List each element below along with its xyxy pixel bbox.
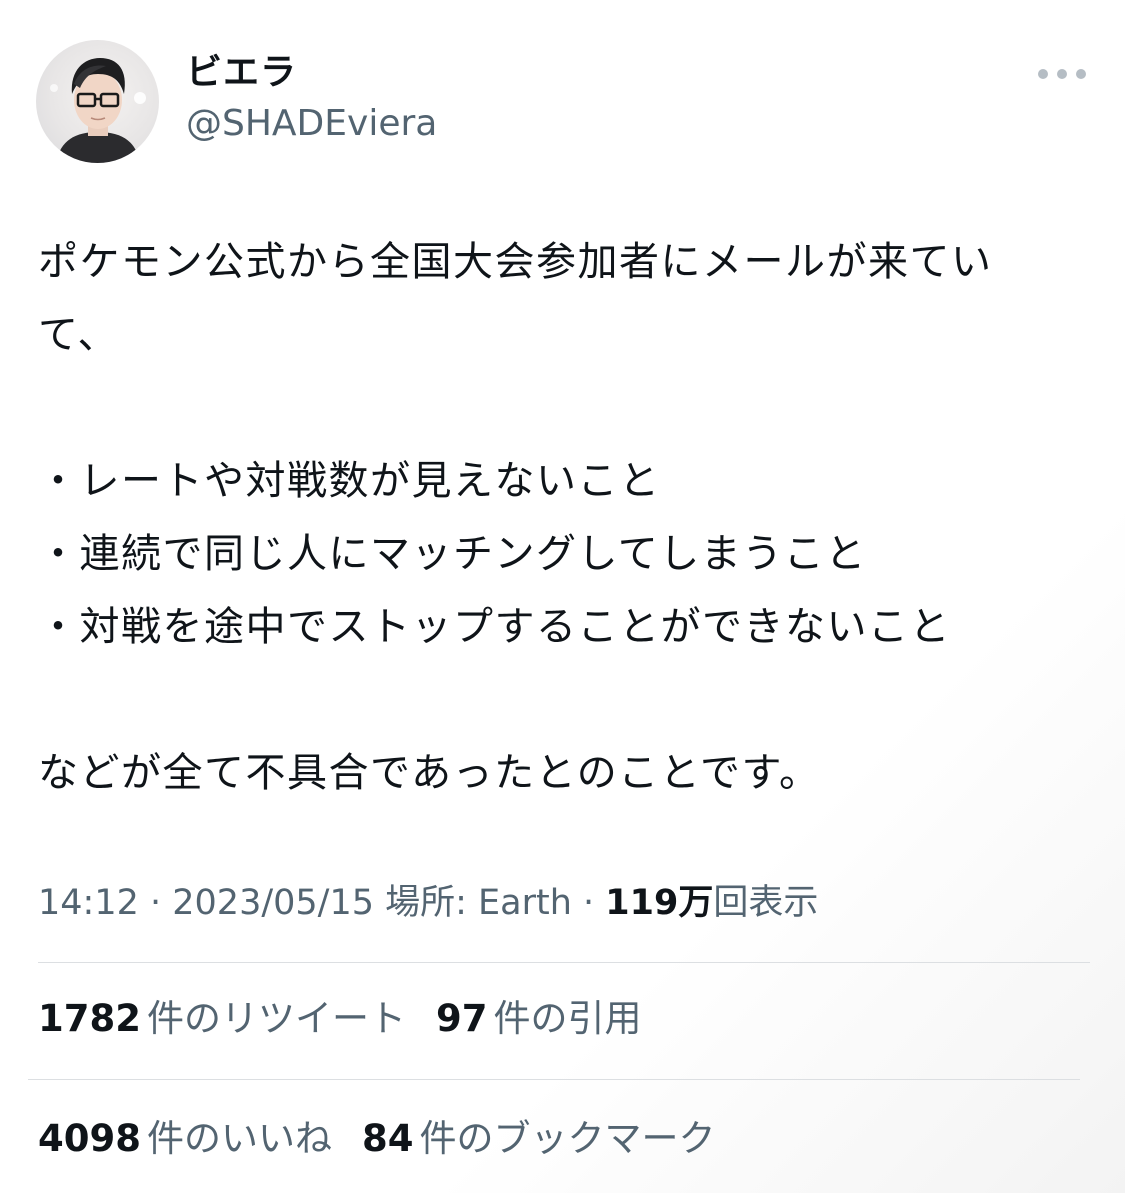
display-name[interactable]: ビエラ (186, 48, 297, 98)
retweets-label: 件のリツイート (146, 997, 406, 1040)
more-horizontal-icon (1038, 69, 1048, 79)
retweets-count: 1782 (38, 997, 141, 1040)
avatar-image (50, 58, 146, 163)
stats-row-likes: 4098 件のいいね 84 件のブックマーク (38, 1112, 745, 1166)
tweet-date[interactable]: 2023/05/15 (172, 883, 374, 923)
meta-separator: · (571, 883, 606, 923)
tweet-line: ・連続で同じ人にマッチングしてしまうこと (38, 531, 867, 577)
more-horizontal-icon-dot (1076, 69, 1086, 79)
likes-stat[interactable]: 4098 件のいいね (38, 1112, 332, 1166)
tweet-detail: ビエラ @SHADEviera ポケモン公式から全国大会参加者にメールが来てい … (0, 0, 1125, 1193)
quotes-label: 件の引用 (493, 997, 642, 1040)
tweet-line: ・対戦を途中でストップすることができないこと (38, 604, 951, 650)
meta-separator: · (138, 883, 173, 923)
retweets-stat[interactable]: 1782 件のリツイート (38, 992, 406, 1046)
avatar[interactable] (36, 40, 159, 163)
view-count-label: 回表示 (713, 883, 819, 923)
tweet-line: ポケモン公式から全国大会参加者にメールが来てい (38, 239, 993, 285)
likes-count: 4098 (38, 1117, 141, 1160)
view-count: 119万 (605, 883, 714, 923)
tweet-location: 場所: Earth (374, 883, 572, 923)
tweet-line: ・レートや対戦数が見えないこと (38, 458, 661, 504)
quotes-stat[interactable]: 97 件の引用 (436, 992, 642, 1046)
divider (28, 1079, 1080, 1080)
bookmarks-label: 件のブックマーク (419, 1117, 716, 1160)
tweet-line: などが全て不具合であったとのことです。 (38, 750, 821, 796)
bookmarks-stat[interactable]: 84 件のブックマーク (362, 1112, 716, 1166)
more-horizontal-icon-dot (1057, 69, 1067, 79)
stats-row-retweets: 1782 件のリツイート 97 件の引用 (38, 992, 671, 1046)
tweet-meta: 14:12 · 2023/05/15 場所: Earth · 119万回表示 (38, 876, 818, 930)
tweet-time[interactable]: 14:12 (38, 883, 139, 923)
more-options-button[interactable] (1036, 56, 1088, 92)
tweet-text: ポケモン公式から全国大会参加者にメールが来てい て、 ・レートや対戦数が見えない… (38, 226, 1088, 810)
likes-label: 件のいいね (146, 1117, 332, 1160)
quotes-count: 97 (435, 997, 488, 1040)
tweet-line: て、 (38, 312, 119, 358)
user-handle[interactable]: @SHADEviera (186, 100, 437, 148)
divider (38, 962, 1090, 963)
bookmarks-count: 84 (361, 1117, 414, 1160)
